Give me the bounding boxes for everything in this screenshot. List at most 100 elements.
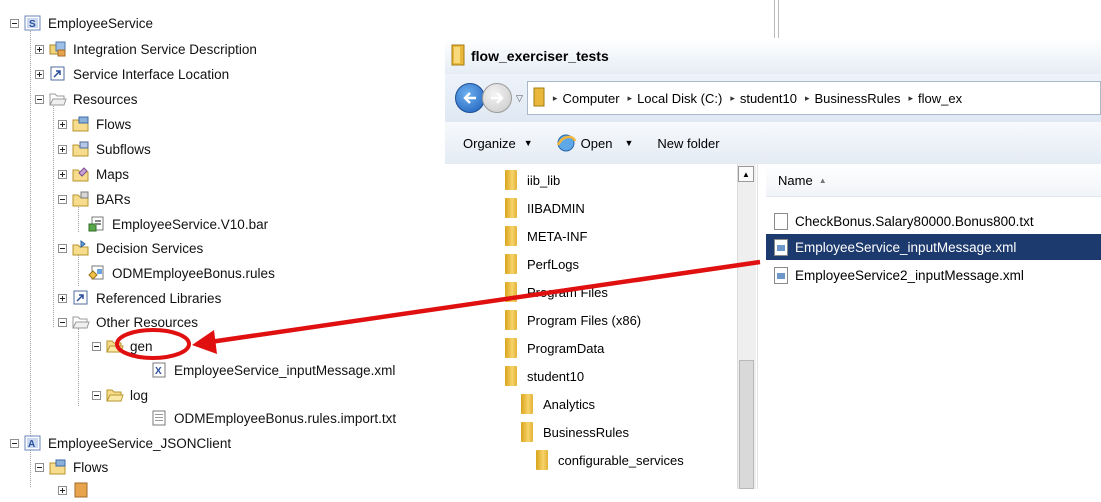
tree-item-employeeservice[interactable]: S EmployeeService	[10, 11, 153, 35]
back-button[interactable]	[455, 83, 485, 113]
file-name: CheckBonus.Salary80000.Bonus800.txt	[795, 213, 1034, 229]
forward-button[interactable]	[482, 83, 512, 113]
chevron-right-icon: ▸	[908, 92, 914, 103]
collapse-icon[interactable]	[58, 194, 67, 204]
column-header-label: Name	[778, 172, 813, 188]
collapse-icon[interactable]	[92, 390, 101, 400]
nav-folder[interactable]: IIBADMIN	[505, 195, 585, 221]
scroll-up-button[interactable]: ▲	[738, 166, 754, 182]
nav-folder[interactable]: PerfLogs	[505, 251, 579, 277]
tree-item-jsonclient[interactable]: A EmployeeService_JSONClient	[10, 431, 231, 455]
organize-button[interactable]: Organize ▼	[463, 136, 533, 151]
collapse-icon[interactable]	[58, 243, 67, 253]
breadcrumb-item[interactable]: ▸ student10	[730, 91, 797, 106]
nav-folder[interactable]: configurable_services	[536, 447, 684, 473]
window-title: flow_exerciser_tests	[471, 48, 609, 64]
tree-item-bar-file[interactable]: EmployeeService.V10.bar	[88, 212, 268, 236]
file-row-selected[interactable]: EmployeeService_inputMessage.xml	[766, 234, 1101, 260]
breadcrumb-item[interactable]: ▸ Local Disk (C:)	[628, 91, 723, 106]
tree-item-label: ODMEmployeeBonus.rules.import.txt	[174, 410, 397, 426]
recent-pages-dropdown[interactable]: ▽	[516, 93, 523, 104]
xml-file-icon	[774, 238, 788, 256]
tree-item-other-resources[interactable]: Other Resources	[58, 310, 198, 334]
folder-icon	[505, 282, 517, 302]
tree-item-gen[interactable]: gen	[92, 334, 153, 358]
nav-folder-label: META-INF	[527, 228, 588, 244]
tree-item-decision-services[interactable]: Decision Services	[58, 236, 203, 260]
tree-item-xml-file[interactable]: X EmployeeService_inputMessage.xml	[150, 358, 395, 382]
tree-guide-line	[53, 101, 54, 327]
breadcrumb-item[interactable]: ▸ flow_ex	[908, 91, 962, 106]
nav-folder[interactable]: iib_lib	[505, 167, 560, 193]
chevron-right-icon: ▸	[627, 92, 633, 103]
text-file-icon	[774, 212, 788, 230]
browser-icon	[556, 134, 576, 152]
interface-location-icon	[49, 66, 67, 82]
expand-icon[interactable]	[35, 69, 44, 79]
tree-item-bars[interactable]: BARs	[58, 187, 131, 211]
window-titlebar[interactable]: flow_exerciser_tests	[445, 38, 1101, 74]
collapse-icon[interactable]	[35, 94, 44, 104]
tree-item-referenced-libraries[interactable]: Referenced Libraries	[58, 286, 221, 310]
organize-label: Organize	[463, 135, 516, 151]
breadcrumb[interactable]: ▸ Computer ▸ Local Disk (C:) ▸ student10 ▸ B…	[526, 81, 1101, 115]
back-arrow-icon	[463, 92, 476, 104]
flow-file-icon	[72, 482, 90, 498]
tree-item-rules-file[interactable]: ODMEmployeeBonus.rules	[88, 261, 275, 285]
sort-ascending-icon: ▲	[818, 175, 827, 185]
nav-folder-label: Analytics	[543, 396, 596, 412]
expand-icon[interactable]	[58, 169, 67, 179]
breadcrumb-label: Local Disk (C:)	[637, 90, 723, 106]
tree-item-integration-service-description[interactable]: Integration Service Description	[35, 37, 257, 61]
folder-icon	[536, 450, 548, 470]
tree-item-txt-file[interactable]: ODMEmployeeBonus.rules.import.txt	[150, 406, 396, 430]
file-row[interactable]: EmployeeService2_inputMessage.xml	[766, 262, 1101, 288]
expand-icon[interactable]	[58, 485, 67, 495]
tree-item-label: EmployeeService.V10.bar	[112, 216, 269, 232]
nav-folder[interactable]: Program Files	[505, 279, 608, 305]
tree-item-resources[interactable]: Resources	[35, 87, 138, 111]
breadcrumb-item[interactable]: ▸ Computer	[553, 91, 620, 106]
decision-services-icon	[72, 240, 90, 256]
collapse-icon[interactable]	[35, 462, 44, 472]
breadcrumb-item[interactable]: ▸ BusinessRules	[805, 91, 901, 106]
nav-folder[interactable]: student10	[505, 363, 584, 389]
breadcrumb-label: BusinessRules	[814, 90, 901, 106]
collapse-icon[interactable]	[10, 18, 19, 28]
tree-item-subflows[interactable]: Subflows	[58, 137, 151, 161]
new-folder-button[interactable]: New folder	[657, 136, 719, 151]
expand-icon[interactable]	[58, 119, 67, 129]
nav-folder[interactable]: ProgramData	[505, 335, 604, 361]
folder-icon	[451, 44, 465, 69]
expand-icon[interactable]	[58, 144, 67, 154]
tree-item-maps[interactable]: Maps	[58, 162, 129, 186]
expand-icon[interactable]	[35, 44, 44, 54]
tree-item-flows[interactable]: Flows	[58, 112, 131, 136]
collapse-icon[interactable]	[92, 341, 101, 351]
chevron-down-icon: ▼	[523, 138, 533, 148]
nav-folder[interactable]: BusinessRules	[521, 419, 629, 445]
tree-item-label: Integration Service Description	[73, 41, 257, 57]
nav-folder[interactable]: META-INF	[505, 223, 587, 249]
scroll-thumb[interactable]	[739, 360, 754, 489]
collapse-icon[interactable]	[10, 438, 19, 448]
name-column-header[interactable]: Name ▲	[766, 164, 1101, 197]
tree-item-log[interactable]: log	[92, 383, 148, 407]
nav-scrollbar[interactable]: ▲	[737, 164, 756, 489]
flows-folder-icon	[72, 116, 90, 132]
chevron-down-icon: ▼	[624, 138, 634, 148]
collapse-icon[interactable]	[58, 317, 67, 327]
nav-folder[interactable]: Program Files (x86)	[505, 307, 641, 333]
nav-folder[interactable]: Analytics	[521, 391, 595, 417]
subflows-folder-icon	[72, 141, 90, 157]
breadcrumb-label: flow_ex	[918, 90, 963, 106]
file-row[interactable]: CheckBonus.Salary80000.Bonus800.txt	[766, 208, 1101, 234]
tree-item-label: log	[130, 387, 149, 403]
file-name: EmployeeService_inputMessage.xml	[795, 239, 1017, 255]
expand-icon[interactable]	[58, 293, 67, 303]
text-file-icon	[150, 410, 168, 426]
tree-item-flows-2[interactable]: Flows	[35, 455, 108, 479]
tree-item-service-interface-location[interactable]: Service Interface Location	[35, 62, 229, 86]
open-button[interactable]: Open ▼	[555, 133, 634, 153]
tree-item-label: EmployeeService_JSONClient	[48, 435, 232, 451]
